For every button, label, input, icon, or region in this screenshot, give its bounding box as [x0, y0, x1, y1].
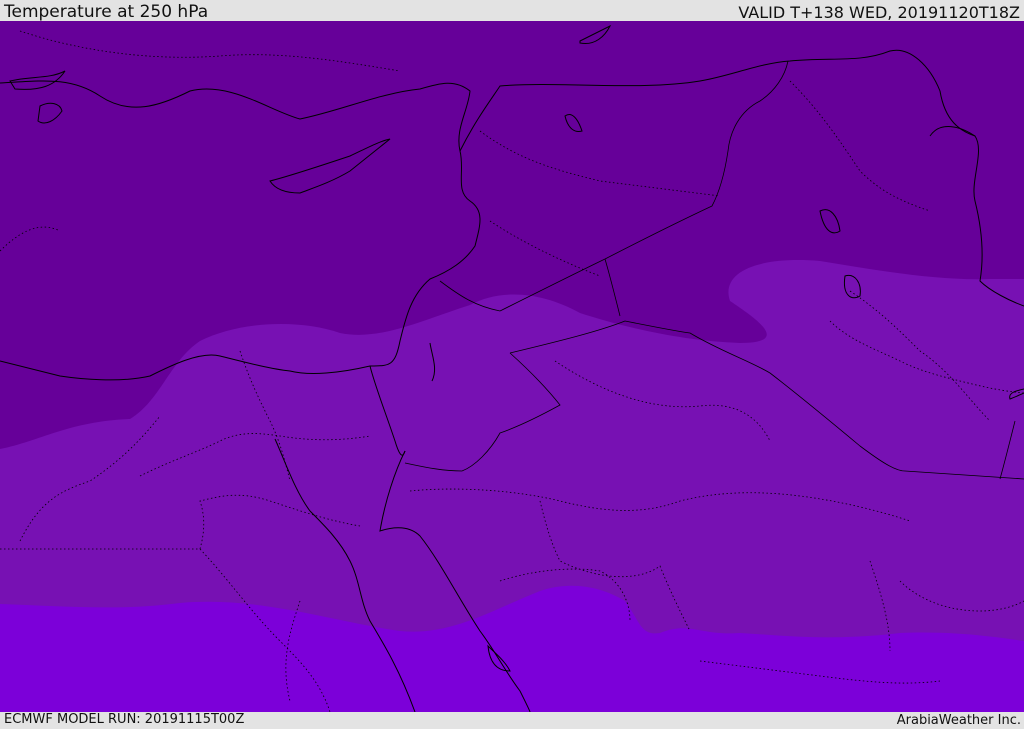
- map-canvas: [0, 21, 1024, 712]
- model-run-label: ECMWF MODEL RUN: 20191115T00Z: [4, 712, 245, 727]
- credit-label: ArabiaWeather Inc.: [896, 713, 1021, 728]
- map-title: Temperature at 250 hPa: [4, 2, 209, 22]
- header-bar: Temperature at 250 hPa VALID T+138 WED, …: [0, 0, 1024, 21]
- valid-time-label: VALID T+138 WED, 20191120T18Z: [738, 3, 1020, 22]
- weather-map: [0, 21, 1024, 712]
- footer-bar: ECMWF MODEL RUN: 20191115T00Z ArabiaWeat…: [0, 712, 1024, 729]
